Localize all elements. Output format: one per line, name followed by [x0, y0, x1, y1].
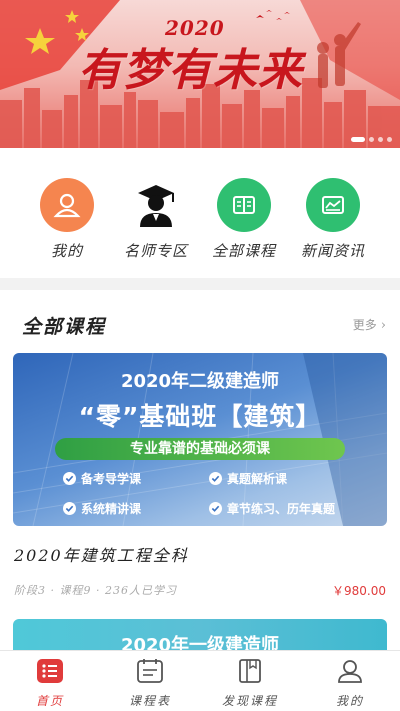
news-icon: [306, 178, 360, 232]
carousel-indicator[interactable]: [351, 137, 392, 142]
schedule-icon: [135, 657, 165, 685]
check-icon: [63, 472, 76, 485]
check-icon: [209, 472, 222, 485]
course-price: ￥980.00: [332, 584, 386, 598]
user-icon: [40, 178, 94, 232]
discover-book-icon: [235, 657, 265, 685]
more-link[interactable]: 更多 ›: [353, 316, 386, 333]
carousel-dot-3[interactable]: [378, 137, 383, 142]
course-banner-line2: “零”基础班【建筑】: [78, 402, 322, 431]
check-icon: [63, 502, 76, 515]
chevron-right-icon: ›: [380, 318, 386, 333]
check-icon: [209, 502, 222, 515]
quick-item-all-courses[interactable]: 全部课程: [204, 178, 284, 261]
tab-home[interactable]: 首页: [10, 657, 90, 709]
tab-label: 课程表: [128, 694, 171, 708]
course-card-image[interactable]: 2020年二级建造师 “零”基础班【建筑】 专业靠谱的基础必须课 备考导学课 真…: [13, 353, 387, 526]
quick-item-label: 新闻资讯: [300, 242, 365, 260]
hero-banner[interactable]: 2020 有梦有未来: [0, 0, 400, 148]
tab-schedule[interactable]: 课程表: [110, 657, 190, 709]
tab-label: 发现课程: [221, 694, 278, 708]
carousel-dot-1[interactable]: [351, 137, 365, 142]
quick-item-my[interactable]: 我的: [27, 178, 107, 261]
quick-item-label: 我的: [50, 242, 83, 260]
feature-label: 系统精讲课: [81, 502, 142, 516]
graduate-teacher-icon: [129, 178, 183, 232]
feature-item: 系统精讲课: [63, 500, 141, 517]
course-title[interactable]: 2020年建筑工程全科: [14, 542, 189, 566]
carousel-dot-2[interactable]: [369, 137, 374, 142]
more-label: 更多: [352, 318, 377, 332]
quick-menu: 我的 名师专区 全部课程 新闻资讯: [0, 148, 400, 278]
banner-slogan: 有梦有未来: [78, 45, 303, 96]
courses-section: 全部课程 更多 › 2020年二级建造师 “零”基础班【建筑】 专业靠谱的基础必须…: [0, 290, 400, 659]
tab-discover[interactable]: 发现课程: [210, 657, 290, 709]
tab-label: 我的: [335, 694, 364, 708]
quick-item-teachers[interactable]: 名师专区: [116, 178, 196, 261]
quick-item-news[interactable]: 新闻资讯: [293, 178, 373, 261]
course-meta: 阶段3 · 课程9 · 236人已学习: [14, 584, 177, 597]
quick-item-label: 名师专区: [123, 242, 188, 260]
course-banner-line1: 2020年二级建造师: [120, 371, 280, 392]
book-icon: [217, 178, 271, 232]
bottom-tab-bar: 首页 课程表 发现课程 我的: [0, 650, 400, 711]
section-title: 全部课程: [22, 316, 107, 338]
tab-profile[interactable]: 我的: [310, 657, 390, 709]
tab-label: 首页: [35, 694, 64, 708]
home-list-icon: [35, 657, 65, 685]
carousel-dot-4[interactable]: [387, 137, 392, 142]
feature-label: 章节练习、历年真题: [227, 502, 336, 516]
course-banner-band: 专业靠谱的基础必须课: [55, 438, 345, 460]
feature-item: 备考导学课: [63, 470, 141, 487]
feature-item: 章节练习、历年真题: [209, 500, 335, 517]
profile-icon: [335, 657, 365, 685]
feature-item: 真题解析课: [209, 470, 287, 487]
feature-label: 真题解析课: [227, 472, 288, 486]
quick-item-label: 全部课程: [211, 242, 276, 260]
feature-label: 备考导学课: [81, 472, 142, 486]
